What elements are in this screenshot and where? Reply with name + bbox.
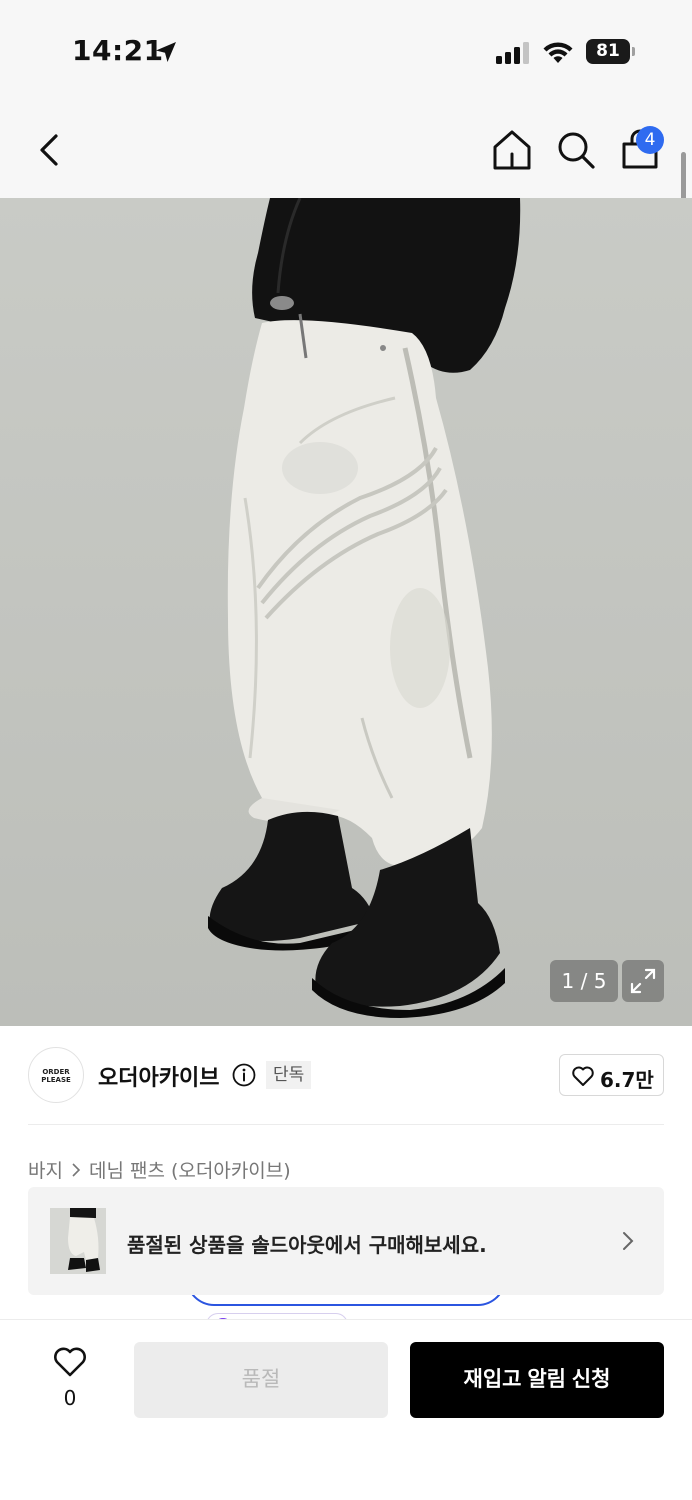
soldout-banner-text: 품절된 상품을 솔드아웃에서 구매해보세요. <box>127 1233 487 1257</box>
product-photo-illustration <box>208 198 521 1018</box>
divider <box>28 1124 664 1125</box>
product-image[interactable] <box>0 198 692 1026</box>
heart-icon <box>572 1066 594 1086</box>
brand-like-count: 6.7만 <box>600 1068 654 1092</box>
chevron-right-icon <box>72 1162 81 1177</box>
cellular-signal-icon <box>496 42 529 64</box>
expand-icon <box>630 968 656 994</box>
search-icon[interactable] <box>554 128 598 172</box>
location-arrow-icon <box>156 42 176 62</box>
wishlist-button[interactable]: 0 <box>40 1344 100 1414</box>
expand-image-button[interactable] <box>622 960 664 1002</box>
breadcrumb: 바지 데님 팬츠 (오더아카이브) <box>28 1156 291 1183</box>
cart-count-badge: 4 <box>636 126 664 154</box>
status-time: 14:21 <box>72 34 164 67</box>
thumbnail-illustration <box>68 1208 100 1272</box>
restock-alert-button[interactable]: 재입고 알림 신청 <box>410 1342 664 1418</box>
image-counter: 1 / 5 <box>550 960 618 1002</box>
back-arrow-icon[interactable] <box>30 130 70 170</box>
battery-indicator: 81 <box>586 39 630 64</box>
wishlist-count: 0 <box>63 1386 77 1410</box>
chevron-right-icon <box>623 1232 634 1250</box>
brand-logo[interactable]: ORDER PLEASE <box>28 1047 84 1103</box>
home-icon[interactable] <box>490 128 534 172</box>
brand-name[interactable]: 오더아카이브 <box>98 1060 219 1092</box>
wifi-icon <box>543 42 573 63</box>
info-icon[interactable] <box>232 1063 256 1087</box>
brand-like-button[interactable]: 6.7만 <box>559 1054 664 1096</box>
soldout-button[interactable]: 품절 <box>134 1342 388 1418</box>
battery-tip <box>632 47 635 56</box>
heart-icon <box>54 1347 86 1377</box>
exclusive-badge: 단독 <box>266 1061 312 1089</box>
breadcrumb-item-subcategory[interactable]: 데님 팬츠 (오더아카이브) <box>89 1156 291 1183</box>
banner-thumbnail <box>50 1208 106 1274</box>
breadcrumb-item-category[interactable]: 바지 <box>28 1156 63 1183</box>
